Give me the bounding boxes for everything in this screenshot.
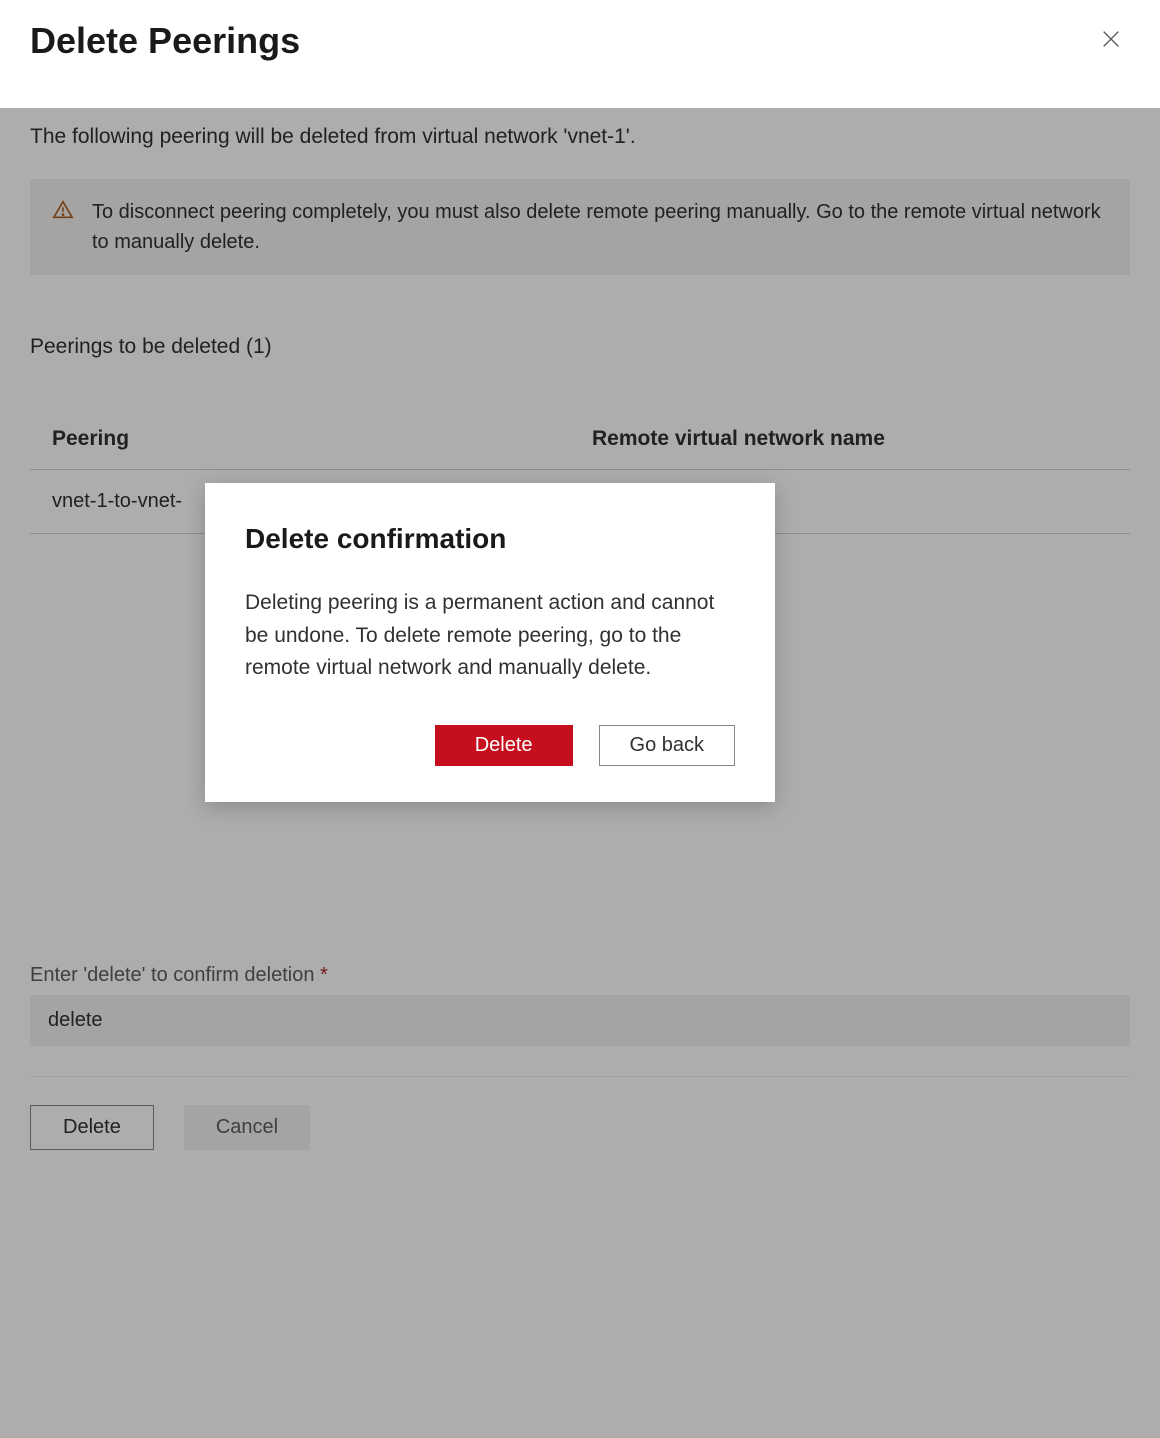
panel-header: Delete Peerings [0,0,1160,95]
close-icon [1100,29,1122,56]
page-title: Delete Peerings [30,20,300,62]
modal-delete-button[interactable]: Delete [435,725,573,766]
modal-text: Deleting peering is a permanent action a… [245,587,735,685]
confirmation-modal: Delete confirmation Deleting peering is … [205,483,775,802]
modal-buttons: Delete Go back [245,725,735,766]
close-button[interactable] [1092,20,1130,65]
modal-title: Delete confirmation [245,523,735,555]
modal-goback-button[interactable]: Go back [599,725,735,766]
